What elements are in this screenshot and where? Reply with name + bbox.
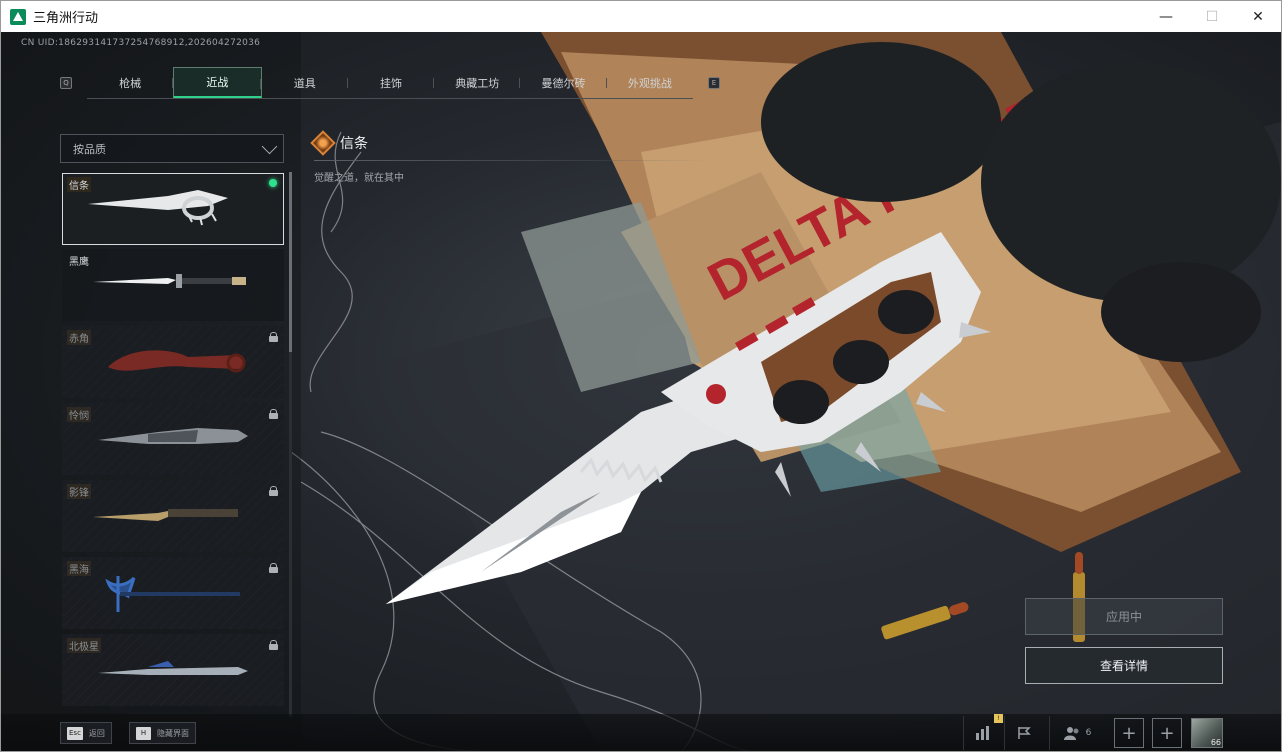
flag-icon [1017, 727, 1031, 739]
friends-button[interactable]: 6 [1049, 716, 1105, 750]
lock-icon [269, 640, 278, 650]
knife-item-1[interactable]: 黑鹰 [62, 249, 284, 321]
tab-2[interactable]: 道具 [262, 67, 349, 98]
player-uid: CN UID:18629314173725476891​2,2026042720… [21, 38, 261, 48]
category-tabs: 枪械 近战 道具 挂饰 典藏工坊 曼德尔砖 外观挑战 [87, 67, 693, 99]
knife-thumbnail [105, 576, 240, 612]
knife-thumbnail [108, 350, 246, 373]
h-key: H [136, 726, 151, 740]
selected-item-header: 信条 [310, 130, 368, 156]
esc-key: Esc [67, 726, 83, 740]
quality-filter-dropdown[interactable]: 按品质 [60, 134, 284, 163]
window-title: 三角洲行动 [33, 11, 99, 26]
knife-item-2[interactable]: 赤角 [62, 326, 284, 398]
invite-slot-1[interactable]: + [1114, 718, 1144, 748]
lock-icon [269, 563, 278, 573]
tab-3[interactable]: 挂饰 [348, 67, 435, 98]
tab-5[interactable]: 曼德尔砖 [520, 67, 607, 98]
invite-slot-2[interactable]: + [1152, 718, 1182, 748]
applied-button[interactable]: 应用中 [1025, 598, 1223, 635]
lock-icon [269, 409, 278, 419]
tab-1[interactable]: 近战 [173, 67, 262, 98]
close-button[interactable]: ✕ [1235, 1, 1281, 32]
knife-item-5[interactable]: 黑海 [62, 557, 284, 629]
view-details-button[interactable]: 查看详情 [1025, 647, 1223, 684]
lock-icon [269, 486, 278, 496]
plus-icon: + [1159, 722, 1175, 744]
quality-diamond-icon [310, 130, 336, 156]
lock-icon [269, 332, 278, 342]
next-tab-key: E [708, 77, 720, 89]
chevron-down-icon [261, 138, 278, 155]
filter-label: 按品质 [73, 142, 106, 156]
header-divider [314, 160, 714, 161]
hide-ui-label: 隐藏界面 [157, 728, 189, 738]
hide-ui-hint[interactable]: H 隐藏界面 [129, 722, 196, 744]
armory-scene: DELTA FORCE [1, 32, 1281, 751]
flag-button[interactable] [1004, 716, 1042, 750]
bar-chart-icon [975, 726, 989, 740]
list-scroll-thumb[interactable] [289, 172, 292, 352]
tab-6[interactable]: 外观挑战 [607, 67, 693, 98]
maximize-button[interactable]: ☐ [1189, 1, 1235, 32]
equipped-indicator-icon [269, 179, 277, 187]
stats-badge: ! [994, 714, 1003, 723]
back-label: 返回 [88, 728, 105, 738]
minimize-button[interactable]: — [1143, 1, 1189, 32]
knife-item-4[interactable]: 影锋 [62, 480, 284, 552]
knife-thumbnail [88, 190, 228, 226]
tab-0[interactable]: 枪械 [87, 67, 174, 98]
knife-thumbnail [98, 661, 248, 675]
knife-thumbnail [93, 509, 238, 521]
prev-tab-key: Q [60, 77, 72, 89]
selected-item-description: 觉醒之道，就在其中 [314, 173, 404, 184]
player-level: 66 [1210, 738, 1221, 747]
friends-icon [1063, 727, 1079, 740]
back-hint[interactable]: Esc 返回 [60, 722, 112, 744]
knife-item-6[interactable]: 北极星 [62, 634, 284, 706]
knife-item-0[interactable]: 信条 [62, 173, 284, 245]
knife-list: 信条 黑鹰 赤角 怜悯 影锋 黑海 北极星 [60, 172, 292, 720]
tab-4[interactable]: 典藏工坊 [434, 67, 521, 98]
knife-thumbnail [93, 274, 246, 288]
app-logo-icon [10, 8, 26, 25]
player-avatar[interactable]: 66 [1191, 718, 1223, 748]
plus-icon: + [1121, 722, 1137, 744]
game-window: 三角洲行动 — ☐ ✕ DELTA FORCE [0, 0, 1282, 752]
title-bar: 三角洲行动 — ☐ ✕ [1, 1, 1281, 32]
knife-thumbnail [98, 428, 248, 444]
friends-count: 6 [1085, 728, 1092, 738]
knife-item-3[interactable]: 怜悯 [62, 403, 284, 475]
selected-item-name: 信条 [340, 136, 368, 152]
